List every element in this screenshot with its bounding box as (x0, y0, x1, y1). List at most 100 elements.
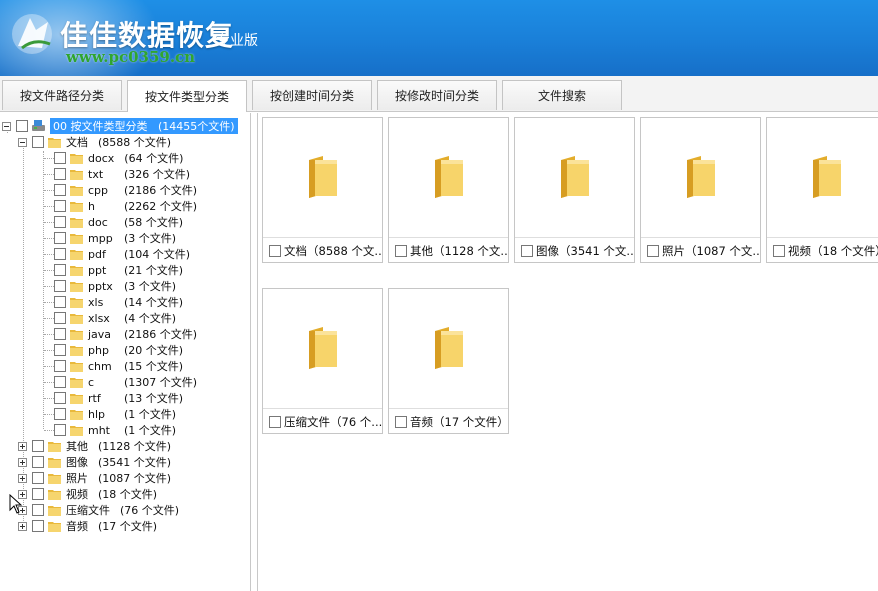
card-checkbox[interactable] (773, 244, 785, 257)
tree-node-docx[interactable]: docx (64 个文件) (54, 150, 183, 166)
tree-node-label: 文档 (66, 136, 88, 149)
tree-checkbox[interactable] (54, 344, 66, 356)
tree-checkbox[interactable] (32, 488, 44, 500)
tree-checkbox[interactable] (54, 232, 66, 244)
tree-node-c[interactable]: c (1307 个文件) (54, 374, 197, 390)
expand-icon[interactable] (18, 521, 27, 531)
folder-icon (48, 506, 61, 516)
tree-node-xlsx[interactable]: xlsx (4 个文件) (54, 310, 176, 326)
tree-node-cpp[interactable]: cpp (2186 个文件) (54, 182, 197, 198)
tree-checkbox[interactable] (32, 440, 44, 452)
category-card[interactable]: 音频（17 个文件） (388, 288, 509, 434)
tree-checkbox[interactable] (54, 360, 66, 372)
tree-checkbox[interactable] (32, 456, 44, 468)
card-thumbnail[interactable] (389, 118, 508, 236)
card-caption: 压缩文件（76 个... (263, 408, 382, 434)
tab-file-search[interactable]: 文件搜索 (502, 80, 622, 110)
tree-node-xls[interactable]: xls (14 个文件) (54, 294, 183, 310)
tree-node-label: 其他 (66, 440, 88, 453)
tree-node-category[interactable]: 图像 (3541 个文件) (18, 454, 171, 470)
folder-icon (70, 250, 83, 260)
category-card[interactable]: 图像（3541 个文... (514, 117, 635, 263)
expand-icon[interactable] (18, 441, 27, 451)
tree-node-pdf[interactable]: pdf (104 个文件) (54, 246, 190, 262)
tree-node-chm[interactable]: chm (15 个文件) (54, 358, 183, 374)
tree-node-category[interactable]: 照片 (1087 个文件) (18, 470, 171, 486)
collapse-icon[interactable] (2, 121, 11, 131)
tab-by-path[interactable]: 按文件路径分类 (2, 80, 122, 110)
expand-icon[interactable] (18, 457, 27, 467)
category-card[interactable]: 文档（8588 个文... (262, 117, 383, 263)
tree-checkbox[interactable] (32, 472, 44, 484)
tree-node-label: doc (88, 215, 108, 229)
tree-checkbox[interactable] (54, 248, 66, 260)
tree-line (44, 190, 54, 191)
card-checkbox[interactable] (395, 244, 407, 257)
tree-node-count: (104 个文件) (124, 248, 191, 261)
tree-node-pptx[interactable]: pptx (3 个文件) (54, 278, 176, 294)
collapse-icon[interactable] (18, 137, 27, 147)
tab-by-created-time[interactable]: 按创建时间分类 (252, 80, 372, 110)
tree-checkbox[interactable] (32, 136, 44, 148)
tree-node-h[interactable]: h (2262 个文件) (54, 198, 197, 214)
tree-node-mpp[interactable]: mpp (3 个文件) (54, 230, 176, 246)
card-checkbox[interactable] (647, 244, 659, 257)
card-thumbnail[interactable] (767, 118, 878, 236)
card-thumbnail[interactable] (515, 118, 634, 236)
card-thumbnail[interactable] (263, 118, 382, 236)
tree-checkbox[interactable] (54, 216, 66, 228)
tree-checkbox[interactable] (54, 408, 66, 420)
tree-node-hlp[interactable]: hlp (1 个文件) (54, 406, 176, 422)
tree-node-docs[interactable]: 文档 (8588 个文件) (18, 134, 171, 150)
tree-node-label: txt (88, 167, 104, 181)
tree-checkbox[interactable] (54, 184, 66, 196)
tree-checkbox[interactable] (54, 376, 66, 388)
tab-by-type[interactable]: 按文件类型分类 (127, 80, 247, 112)
tree-checkbox[interactable] (32, 520, 44, 532)
category-card[interactable]: 照片（1087 个文... (640, 117, 761, 263)
category-card[interactable]: 视频（18 个文件） (766, 117, 878, 263)
card-thumbnail[interactable] (641, 118, 760, 236)
category-card[interactable]: 其他（1128 个文... (388, 117, 509, 263)
category-card[interactable]: 压缩文件（76 个... (262, 288, 383, 434)
tree-checkbox[interactable] (54, 168, 66, 180)
tree-checkbox[interactable] (54, 152, 66, 164)
card-checkbox[interactable] (269, 244, 281, 257)
tree-node-category[interactable]: 其他 (1128 个文件) (18, 438, 171, 454)
card-checkbox[interactable] (395, 415, 407, 428)
tree-root[interactable]: 00 按文件类型分类 (14455个文件) (2, 118, 238, 134)
tree-node-rtf[interactable]: rtf (13 个文件) (54, 390, 183, 406)
tree-checkbox[interactable] (54, 296, 66, 308)
tree-node-java[interactable]: java (2186 个文件) (54, 326, 197, 342)
tree-checkbox[interactable] (32, 504, 44, 516)
card-thumbnail[interactable] (389, 289, 508, 407)
tree-checkbox[interactable] (54, 312, 66, 324)
tree-node-txt[interactable]: txt (326 个文件) (54, 166, 190, 182)
card-caption: 其他（1128 个文... (389, 237, 508, 263)
expand-icon[interactable] (18, 473, 27, 483)
tree-checkbox[interactable] (54, 280, 66, 292)
tree-checkbox[interactable] (54, 424, 66, 436)
tree-node-php[interactable]: php (20 个文件) (54, 342, 183, 358)
tree-checkbox[interactable] (54, 392, 66, 404)
tree-checkbox[interactable] (54, 328, 66, 340)
file-type-tree[interactable]: 00 按文件类型分类 (14455个文件) 文档 (8588 个文件) docx… (0, 113, 251, 591)
tree-line (44, 398, 54, 399)
tree-line (44, 302, 54, 303)
card-checkbox[interactable] (269, 415, 281, 428)
root-checkbox[interactable] (16, 120, 28, 132)
folder-icon (48, 458, 61, 468)
tree-checkbox[interactable] (54, 264, 66, 276)
tree-node-category[interactable]: 音频 (17 个文件) (18, 518, 157, 534)
card-checkbox[interactable] (521, 244, 533, 257)
tree-node-ppt[interactable]: ppt (21 个文件) (54, 262, 183, 278)
tree-node-category[interactable]: 视频 (18 个文件) (18, 486, 157, 502)
card-thumbnail[interactable] (263, 289, 382, 407)
panel-divider (257, 113, 258, 591)
folder-icon (686, 156, 715, 198)
tree-checkbox[interactable] (54, 200, 66, 212)
tree-node-mht[interactable]: mht (1 个文件) (54, 422, 176, 438)
tree-node-doc[interactable]: doc (58 个文件) (54, 214, 183, 230)
tab-by-modified-time[interactable]: 按修改时间分类 (377, 80, 497, 110)
tree-node-category[interactable]: 压缩文件 (76 个文件) (18, 502, 179, 518)
